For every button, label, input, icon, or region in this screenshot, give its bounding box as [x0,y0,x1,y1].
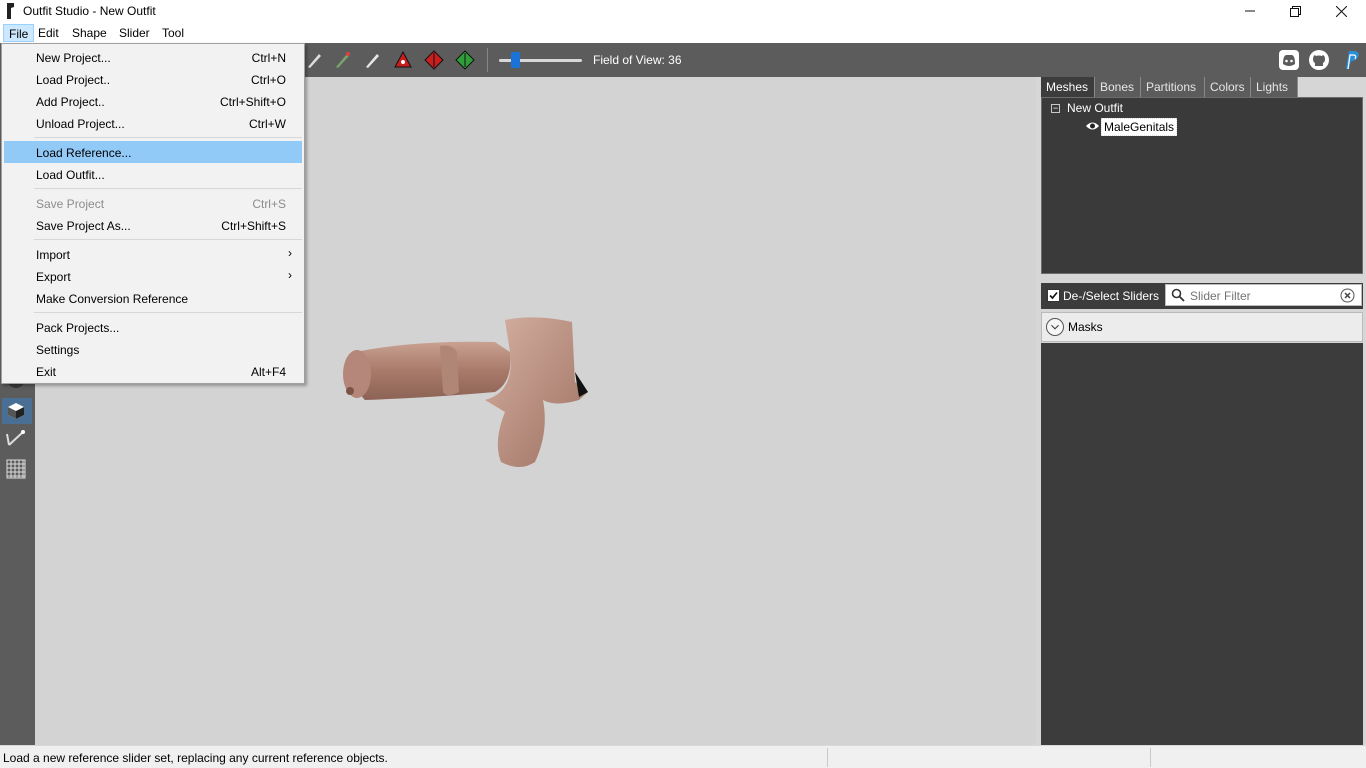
menu-item-settings[interactable]: Settings [4,338,302,360]
minimize-icon [1245,10,1255,12]
menu-item-shortcut: Ctrl+W [249,117,286,131]
menu-item-label: Save Project As... [36,219,131,233]
menu-file[interactable]: File [3,24,35,42]
tree-collapse-toggle[interactable]: − [1051,104,1060,113]
paypal-icon[interactable] [1340,49,1362,71]
menu-item-shortcut: Alt+F4 [250,365,286,379]
masks-collapsible[interactable]: Masks [1041,312,1363,342]
menu-item-label: Load Project.. [36,73,111,87]
chevron-down-icon[interactable] [1046,318,1064,336]
move-vertex-icon[interactable] [393,50,413,70]
menu-item-shortcut: Ctrl+O [250,73,286,87]
menu-item-label: Settings [36,343,80,357]
menu-item-import[interactable]: Import › [4,243,302,265]
tree-root-outfit[interactable]: New Outfit [1067,101,1123,115]
menu-item-new-project[interactable]: New Project... Ctrl+N [4,46,302,68]
grid-icon[interactable] [4,457,28,481]
slider-controls-bar: De-/Select Sliders [1041,283,1363,309]
mesh-render [343,317,588,467]
submenu-arrow-icon: › [288,246,292,260]
menu-item-label: Make Conversion Reference [36,292,189,306]
menu-item-save-project[interactable]: Save Project Ctrl+S [4,192,302,214]
masks-label: Masks [1068,320,1103,334]
menu-item-label: Exit [36,365,57,379]
menu-separator [34,312,302,313]
search-icon [1171,288,1185,302]
menu-item-load-reference[interactable]: Load Reference... [4,141,302,163]
menu-item-label: Import [36,248,71,262]
menu-item-label: New Project... [36,51,111,65]
tab-partitions[interactable]: Partitions [1141,77,1205,97]
menu-separator [34,239,302,240]
cube-icon[interactable] [4,399,28,423]
menu-item-label: Load Reference... [36,146,132,160]
menu-shape[interactable]: Shape [67,24,112,42]
github-icon[interactable] [1308,49,1330,71]
menu-item-export[interactable]: Export › [4,265,302,287]
menu-item-unload-project[interactable]: Unload Project... Ctrl+W [4,112,302,134]
status-separator [827,748,828,767]
tab-meshes[interactable]: Meshes [1041,77,1095,97]
menu-item-exit[interactable]: Exit Alt+F4 [4,360,302,382]
mesh-tree: − New Outfit MaleGenitals [1041,97,1363,274]
status-separator [1150,748,1151,767]
visibility-eye-icon[interactable] [1085,120,1100,132]
menu-separator [34,137,302,138]
file-dropdown-menu: New Project... Ctrl+N Load Project.. Ctrl+… [1,43,305,384]
menu-item-label: Export [36,270,71,284]
menu-item-save-project-as[interactable]: Save Project As... Ctrl+Shift+S [4,214,302,236]
title-bar: Outfit Studio - New Outfit [0,0,1366,22]
menu-item-shortcut: Ctrl+S [252,197,286,211]
minimize-button[interactable] [1227,0,1273,22]
transform-green-icon[interactable] [455,50,475,70]
menu-item-pack-projects[interactable]: Pack Projects... [4,316,302,338]
transform-red-icon[interactable] [424,50,444,70]
menu-tool[interactable]: Tool [157,24,189,42]
checkmark-icon [1049,291,1058,300]
brush-inflate-icon[interactable] [363,50,383,70]
discord-icon[interactable] [1278,49,1300,71]
menu-item-add-project[interactable]: Add Project.. Ctrl+Shift+O [4,90,302,112]
select-sliders-checkbox[interactable] [1047,289,1060,302]
menu-item-shortcut: Ctrl+Shift+O [219,95,286,109]
menu-item-label: Unload Project... [36,117,125,131]
menu-item-label: Add Project.. [36,95,105,109]
menu-item-load-project[interactable]: Load Project.. Ctrl+O [4,68,302,90]
restore-button[interactable] [1272,0,1318,22]
menu-item-make-conversion-reference[interactable]: Make Conversion Reference [4,287,302,309]
tab-bones[interactable]: Bones [1095,77,1141,97]
status-text: Load a new reference slider set, replaci… [3,751,388,765]
toolbar-separator [487,48,488,72]
menu-item-label: Pack Projects... [36,321,120,335]
menu-item-shortcut: Ctrl+Shift+S [221,219,286,233]
submenu-arrow-icon: › [288,268,292,282]
fov-label: Field of View: 36 [593,53,682,67]
slider-list [1041,343,1363,745]
close-button[interactable] [1318,0,1364,22]
bone-weight-icon[interactable] [4,427,28,451]
select-sliders-label: De-/Select Sliders [1063,289,1160,303]
app-icon [7,3,14,19]
clear-filter-icon[interactable] [1340,288,1355,303]
slider-filter-field [1165,284,1362,306]
menu-item-load-outfit[interactable]: Load Outfit... [4,163,302,185]
window-title: Outfit Studio - New Outfit [23,4,156,18]
menu-slider[interactable]: Slider [114,24,155,42]
tree-mesh-item[interactable]: MaleGenitals [1101,118,1178,136]
menu-bar: File Edit Shape Slider Tool [0,22,1366,43]
brush-color-icon[interactable] [333,50,353,70]
tab-lights[interactable]: Lights [1251,77,1298,97]
tab-colors[interactable]: Colors [1205,77,1251,97]
brush-smooth-icon[interactable] [305,50,325,70]
slider-filter-input[interactable] [1190,288,1335,304]
menu-item-label: Load Outfit... [36,168,105,182]
restore-icon [1289,5,1301,17]
menu-item-shortcut: Ctrl+N [251,51,286,65]
menu-edit[interactable]: Edit [33,24,64,42]
fov-slider-thumb[interactable] [511,52,520,68]
status-bar: Load a new reference slider set, replaci… [0,745,1366,768]
menu-separator [34,188,302,189]
close-icon [1335,5,1347,17]
menu-item-label: Save Project [36,197,105,211]
